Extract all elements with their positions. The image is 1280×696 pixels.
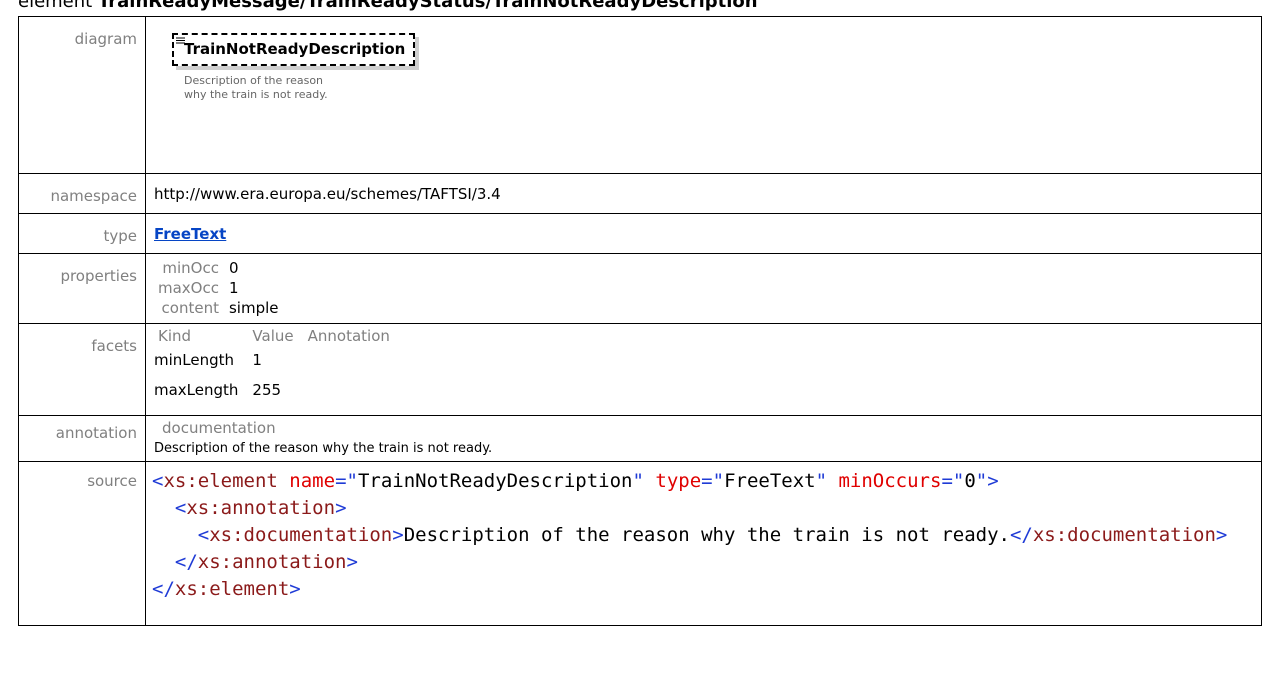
facet-row: maxLength 255 bbox=[154, 375, 404, 405]
property-row: maxOcc 1 bbox=[158, 278, 289, 298]
source-label: source bbox=[18, 461, 146, 626]
facet-value: 1 bbox=[252, 351, 262, 369]
type-label: type bbox=[18, 213, 146, 254]
property-row: minOcc 0 bbox=[158, 258, 289, 278]
annotation-label: annotation bbox=[18, 415, 146, 462]
property-key: maxOcc bbox=[158, 279, 219, 297]
diagram-doc-text: Description of the reason why the train … bbox=[184, 74, 328, 101]
facet-row: minLength 1 bbox=[154, 345, 404, 375]
facets-header-row: Kind Value Annotation bbox=[154, 327, 404, 345]
heading-prefix: element bbox=[18, 0, 98, 12]
row-type: type FreeText bbox=[18, 213, 1262, 254]
row-namespace: namespace http://www.era.europa.eu/schem… bbox=[18, 173, 1262, 214]
namespace-label: namespace bbox=[18, 173, 146, 214]
facets-table: Kind Value Annotation minLength 1 maxLen… bbox=[154, 327, 404, 405]
property-value: simple bbox=[228, 299, 279, 317]
namespace-value: http://www.era.europa.eu/schemes/TAFTSI/… bbox=[154, 185, 501, 203]
diagram-cell: TrainNotReadyDescription Description of … bbox=[145, 16, 1262, 174]
diagram-element-box[interactable]: TrainNotReadyDescription bbox=[172, 33, 416, 66]
element-doc-table: diagram TrainNotReadyDescription Descrip… bbox=[18, 16, 1262, 626]
property-value: 1 bbox=[228, 279, 239, 297]
row-diagram: diagram TrainNotReadyDescription Descrip… bbox=[18, 16, 1262, 174]
diagram-element-name: TrainNotReadyDescription bbox=[184, 40, 406, 58]
page-heading: element TrainReadyMessage/TrainReadyStat… bbox=[18, 0, 758, 13]
diagram-label: diagram bbox=[18, 16, 146, 174]
property-key: minOcc bbox=[162, 259, 219, 277]
facets-label: facets bbox=[18, 323, 146, 416]
property-value: 0 bbox=[228, 259, 239, 277]
property-row: content simple bbox=[158, 298, 289, 318]
properties-table: minOcc 0 maxOcc 1 content simple bbox=[158, 258, 289, 318]
type-link[interactable]: FreeText bbox=[154, 225, 226, 243]
row-source: source <xs:element name="TrainNotReadyDe… bbox=[18, 461, 1262, 626]
facet-kind: maxLength bbox=[154, 381, 239, 399]
heading-element-path: TrainReadyMessage/TrainReadyStatus/Train… bbox=[97, 0, 758, 12]
row-properties: properties minOcc 0 maxOcc 1 content simple bbox=[18, 253, 1262, 324]
row-annotation: annotation documentation Description of … bbox=[18, 415, 1262, 462]
annotation-heading: documentation bbox=[162, 419, 276, 437]
facets-header-value: Value bbox=[252, 327, 294, 345]
facets-header-annotation: Annotation bbox=[307, 327, 390, 345]
source-code: <xs:element name="TrainNotReadyDescripti… bbox=[152, 470, 1228, 600]
property-key: content bbox=[161, 299, 219, 317]
properties-label: properties bbox=[18, 253, 146, 324]
annotation-text: Description of the reason why the train … bbox=[154, 441, 493, 456]
facet-value: 255 bbox=[252, 381, 282, 399]
row-facets: facets Kind Value Annotation minLength 1… bbox=[18, 323, 1262, 416]
documentation-lines-icon bbox=[176, 37, 185, 44]
facets-header-kind: Kind bbox=[158, 327, 192, 345]
facet-kind: minLength bbox=[154, 351, 235, 369]
